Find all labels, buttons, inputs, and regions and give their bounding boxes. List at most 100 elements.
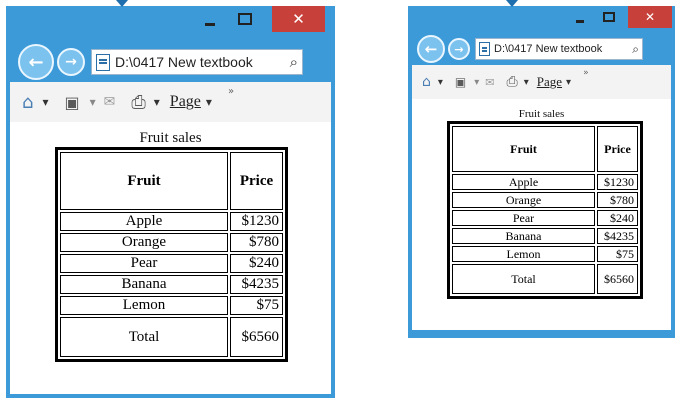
total-price-cell: $6560 [230,317,283,357]
browser-window-right: ✕ ← → D:\0417 New textbook ⌕ ⌂ ▾ ▣ ▾ ✉ ⎙… [408,0,675,338]
price-cell: $1230 [230,212,283,231]
maximize-icon [603,12,615,22]
read-mail-icon[interactable]: ✉ [485,76,494,89]
page-dropdown-icon[interactable]: ▾ [566,77,571,88]
table-caption: Fruit sales [139,130,202,146]
table-row: Lemon $75 [452,246,638,262]
maximize-button[interactable] [598,6,620,28]
page-content: Fruit sales Fruit Price Apple $1230 Oran… [10,122,331,394]
forward-arrow-icon: → [454,42,464,56]
total-label-cell: Total [452,264,595,294]
fruit-cell: Apple [60,212,228,231]
table-row: Banana $4235 [452,228,638,244]
table-total-row: Total $6560 [452,264,638,294]
address-text: D:\0417 New textbook [115,54,253,70]
price-cell: $1230 [597,174,638,190]
table-total-row: Total $6560 [60,317,283,357]
fruit-cell: Pear [60,254,228,273]
fruit-cell: Orange [60,233,228,252]
feeds-dropdown-icon[interactable]: ▾ [90,95,96,109]
print-dropdown-icon[interactable]: ▾ [154,95,160,109]
back-arrow-icon: ← [28,51,44,73]
maximize-button[interactable] [232,6,258,32]
address-text: D:\0417 New textbook [494,43,603,55]
more-commands-icon[interactable]: » [583,68,589,78]
header-fruit: Fruit [60,152,228,210]
print-dropdown-icon[interactable]: ▾ [524,77,529,88]
page-menu[interactable]: Page [170,93,201,111]
close-icon: ✕ [292,10,305,28]
price-cell: $75 [597,246,638,262]
minimize-icon [576,19,584,23]
feeds-icon[interactable]: ▣ [455,75,466,89]
feeds-icon[interactable]: ▣ [64,93,79,112]
fruit-cell: Banana [60,275,228,294]
header-price: Price [230,152,283,210]
price-cell: $780 [597,192,638,208]
total-price-cell: $6560 [597,264,638,294]
table-row: Banana $4235 [60,275,283,294]
close-button[interactable]: ✕ [628,6,672,28]
title-bar: ✕ [408,6,675,34]
print-icon[interactable]: ⎙ [507,74,518,90]
fruit-sales-table: Fruit Price Apple $1230 Orange $780 Pear… [55,147,288,362]
page-content: Fruit sales Fruit Price Apple $1230 Oran… [412,99,671,330]
search-icon[interactable]: ⌕ [290,53,298,71]
fruit-cell: Banana [452,228,595,244]
fruit-cell: Apple [452,174,595,190]
page-menu[interactable]: Page [537,74,562,90]
price-cell: $780 [230,233,283,252]
home-icon[interactable]: ⌂ [422,74,431,90]
home-dropdown-icon[interactable]: ▾ [438,77,443,88]
back-button[interactable]: ← [18,44,54,80]
price-cell: $4235 [597,228,638,244]
home-dropdown-icon[interactable]: ▾ [42,95,48,109]
search-icon[interactable]: ⌕ [632,42,639,57]
table-header-row: Fruit Price [60,152,283,210]
read-mail-icon[interactable]: ✉ [104,94,116,110]
back-arrow-icon: ← [424,40,438,58]
fruit-cell: Pear [452,210,595,226]
fruit-cell: Lemon [60,296,228,315]
table-row: Lemon $75 [60,296,283,315]
page-icon [96,53,110,71]
navigation-row: ← → D:\0417 New textbook ⌕ [408,33,675,65]
total-label-cell: Total [60,317,228,357]
table-row: Apple $1230 [60,212,283,231]
fruit-cell: Lemon [452,246,595,262]
forward-arrow-icon: → [65,54,77,70]
minimize-icon [205,22,215,26]
table-row: Pear $240 [60,254,283,273]
address-bar[interactable]: D:\0417 New textbook ⌕ [475,38,643,60]
price-cell: $4235 [230,275,283,294]
header-price: Price [597,126,638,172]
maximize-icon [238,13,252,25]
more-commands-icon[interactable]: » [228,86,234,97]
home-icon[interactable]: ⌂ [22,92,33,113]
title-bar: ✕ [6,6,335,40]
table-row: Orange $780 [60,233,283,252]
table-caption: Fruit sales [518,108,565,120]
fruit-cell: Orange [452,192,595,208]
table-row: Pear $240 [452,210,638,226]
print-icon[interactable]: ⎙ [131,92,145,113]
navigation-row: ← → D:\0417 New textbook ⌕ [6,42,335,82]
page-dropdown-icon[interactable]: ▾ [206,95,212,109]
address-bar[interactable]: D:\0417 New textbook ⌕ [91,49,303,75]
table-row: Apple $1230 [452,174,638,190]
close-button[interactable]: ✕ [272,6,325,32]
page-icon [479,42,490,56]
fruit-sales-table: Fruit Price Apple $1230 Orange $780 Pear… [447,121,643,299]
table-header-row: Fruit Price [452,126,638,172]
back-button[interactable]: ← [417,35,445,63]
forward-button[interactable]: → [448,38,470,60]
forward-button[interactable]: → [57,48,85,76]
price-cell: $240 [597,210,638,226]
minimize-button[interactable] [198,6,222,32]
price-cell: $75 [230,296,283,315]
feeds-dropdown-icon[interactable]: ▾ [474,77,479,88]
table-row: Orange $780 [452,192,638,208]
header-fruit: Fruit [452,126,595,172]
price-cell: $240 [230,254,283,273]
minimize-button[interactable] [570,6,590,28]
